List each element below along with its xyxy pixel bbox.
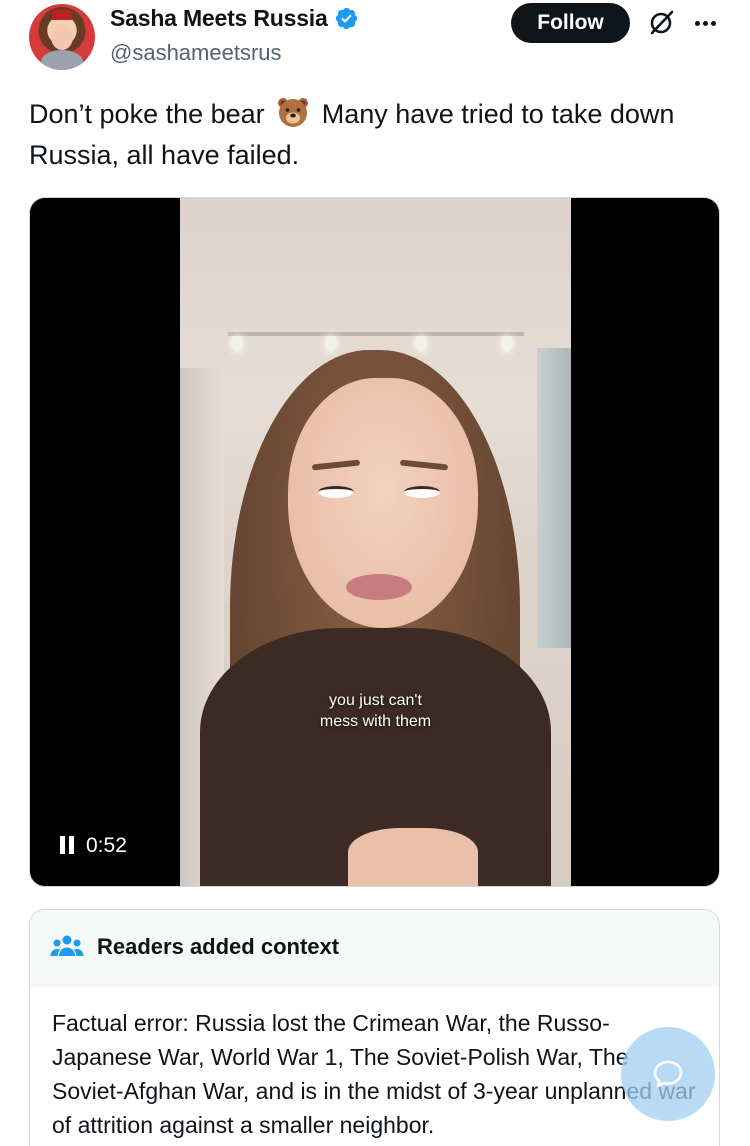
author-handle[interactable]: @sashameetsrus <box>110 40 282 66</box>
post-text: Don’t poke the bear Many have tried to t… <box>29 94 709 176</box>
video-caption: you just can't mess with them <box>180 690 571 732</box>
chat-bubble-icon <box>653 1060 683 1088</box>
avatar-crown <box>52 10 72 20</box>
chat-bubble-button[interactable] <box>621 1027 715 1121</box>
video-spotlight <box>232 336 242 352</box>
community-note-title: Readers added context <box>97 934 340 959</box>
pause-icon[interactable] <box>60 836 76 856</box>
video-duration: 0:52 <box>86 834 127 857</box>
grok-icon[interactable] <box>647 9 675 37</box>
people-icon <box>50 935 84 956</box>
author-name-row: Sasha Meets Russia <box>110 5 359 32</box>
video-person-brow <box>399 459 449 471</box>
avatar[interactable] <box>29 4 95 70</box>
video-spotlight <box>326 336 336 352</box>
community-note: Readers added context Factual error: Rus… <box>29 909 720 1146</box>
video-spotlight <box>416 336 426 352</box>
video-curtain <box>537 348 571 648</box>
verified-badge-icon <box>335 7 357 30</box>
avatar-body <box>41 50 83 70</box>
community-note-body: Factual error: Russia lost the Crimean W… <box>52 1010 696 1138</box>
video-person-hands <box>348 828 478 886</box>
video-caption-line: you just can't <box>329 692 422 709</box>
community-note-header: Readers added context <box>30 910 719 986</box>
bear-face-icon <box>278 98 309 127</box>
more-icon[interactable] <box>692 10 718 36</box>
video-player[interactable]: you just can't mess with them 0:52 <box>29 197 720 887</box>
player-controls: 0:52 <box>60 834 127 858</box>
post-header: Sasha Meets Russia @sashameetsrus Follow <box>0 0 750 80</box>
video-spotlight <box>502 336 512 352</box>
video-frame: you just can't mess with them <box>180 198 571 886</box>
avatar-face <box>51 24 73 50</box>
video-person-brow <box>311 459 361 471</box>
video-person-lips <box>346 574 412 600</box>
post-text-part1: Don’t poke the bear <box>29 99 265 129</box>
video-person-eye <box>404 486 440 498</box>
author-display-name[interactable]: Sasha Meets Russia <box>110 5 328 32</box>
follow-button[interactable]: Follow <box>511 3 630 43</box>
video-caption-line: mess with them <box>319 713 432 730</box>
video-person-face <box>288 378 478 628</box>
video-person-eye <box>318 486 354 498</box>
video-ceiling-rail <box>228 332 524 336</box>
